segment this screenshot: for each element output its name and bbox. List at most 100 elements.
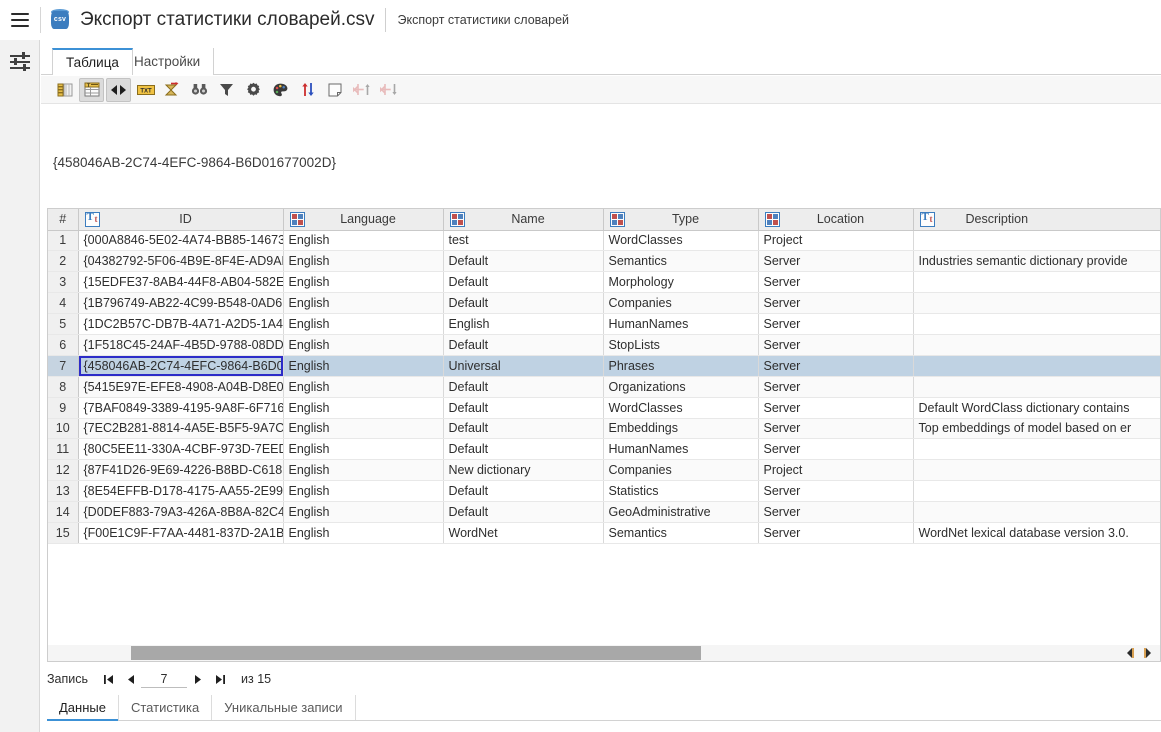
cell-description[interactable]	[913, 334, 1160, 356]
tab-nastroyki[interactable]: Настройки	[121, 48, 215, 75]
column-header-num[interactable]: #	[48, 209, 79, 231]
table-row[interactable]: 6 {1F518C45-24AF-4B5D-9788-08DD English Def…	[48, 334, 1160, 356]
cell-language[interactable]: English	[283, 250, 444, 273]
cell-type[interactable]: Statistics	[603, 480, 759, 503]
cell-id[interactable]: {1F518C45-24AF-4B5D-9788-08DD	[78, 334, 284, 356]
scroll-left-icon[interactable]	[1125, 647, 1136, 659]
cell-description[interactable]: Top embeddings of model based on er	[913, 418, 1160, 440]
cell-type[interactable]: Companies	[603, 459, 759, 482]
column-header-description[interactable]: Description	[913, 209, 1160, 231]
table-row[interactable]: 14 {D0DEF883-79A3-426A-8B8A-82C4 English De…	[48, 501, 1160, 523]
cell-description[interactable]	[913, 355, 1160, 377]
cell-language[interactable]: English	[283, 334, 444, 356]
cell-id[interactable]: {7EC2B281-8814-4A5E-B5F5-9A7C8	[78, 418, 284, 440]
table-row[interactable]: 2 {04382792-5F06-4B9E-8F4E-AD9AE English De…	[48, 250, 1160, 273]
cell-name[interactable]: Default	[443, 271, 604, 294]
cell-name[interactable]: Default	[443, 438, 604, 461]
cell-description[interactable]	[913, 292, 1160, 315]
bottom-tab-unikalnye-zapisi[interactable]: Уникальные записи	[212, 695, 356, 720]
cell-num[interactable]: 12	[48, 459, 79, 482]
cell-location[interactable]: Project	[758, 459, 914, 482]
cell-language[interactable]: English	[283, 271, 444, 294]
cell-id[interactable]: {15EDFE37-8AB4-44F8-AB04-582E5	[78, 271, 284, 294]
bottom-tab-statistika[interactable]: Статистика	[119, 695, 213, 720]
cell-name[interactable]: New dictionary	[443, 459, 604, 482]
cell-type[interactable]: Embeddings	[603, 418, 759, 440]
cell-type[interactable]: Morphology	[603, 271, 759, 294]
cell-location[interactable]: Server	[758, 292, 914, 315]
cell-num[interactable]: 1	[48, 230, 79, 252]
cell-id[interactable]: {1B796749-AB22-4C99-B548-0AD6	[78, 292, 284, 315]
cell-language[interactable]: English	[283, 522, 444, 544]
cell-num[interactable]: 15	[48, 522, 79, 544]
cell-type[interactable]: Semantics	[603, 250, 759, 273]
cell-language[interactable]: English	[283, 418, 444, 440]
cell-location[interactable]: Server	[758, 501, 914, 523]
cell-name[interactable]: test	[443, 230, 604, 252]
cell-num[interactable]: 14	[48, 501, 79, 523]
cell-location[interactable]: Project	[758, 230, 914, 252]
cell-location[interactable]: Server	[758, 376, 914, 398]
cell-editor-value[interactable]: {458046AB-2C74-4EFC-9864-B6D01677002D}	[53, 155, 336, 170]
cell-type[interactable]: GeoAdministrative	[603, 501, 759, 523]
cell-type[interactable]: WordClasses	[603, 397, 759, 419]
cell-location[interactable]: Server	[758, 522, 914, 544]
asterisk-up-icon[interactable]	[349, 78, 374, 102]
cell-language[interactable]: English	[283, 376, 444, 398]
cell-description[interactable]	[913, 271, 1160, 294]
cell-description[interactable]: Industries semantic dictionary provide	[913, 250, 1160, 273]
tab-tablica[interactable]: Таблица	[52, 48, 133, 76]
cell-num[interactable]: 4	[48, 292, 79, 315]
data-grid[interactable]: # ID Language	[47, 208, 1161, 645]
cell-id[interactable]: {D0DEF883-79A3-426A-8B8A-82C4	[78, 501, 284, 523]
go-first-icon[interactable]	[97, 670, 119, 688]
cell-num[interactable]: 13	[48, 480, 79, 503]
scrollbar-thumb[interactable]	[131, 646, 701, 660]
asterisk-down-icon[interactable]	[376, 78, 401, 102]
cell-num[interactable]: 7	[48, 355, 79, 377]
cell-language[interactable]: English	[283, 313, 444, 335]
cell-name[interactable]: Default	[443, 376, 604, 398]
cell-name[interactable]: Default	[443, 250, 604, 273]
table-row[interactable]: 15 {F00E1C9F-F7AA-4481-837D-2A1B0 English W…	[48, 522, 1160, 544]
cell-location[interactable]: Server	[758, 397, 914, 419]
cell-type[interactable]: HumanNames	[603, 313, 759, 335]
go-last-icon[interactable]	[209, 670, 231, 688]
cell-name[interactable]: Default	[443, 292, 604, 315]
cell-language[interactable]: English	[283, 230, 444, 252]
cell-location[interactable]: Server	[758, 438, 914, 461]
cell-description[interactable]	[913, 230, 1160, 252]
cell-id[interactable]: {1DC2B57C-DB7B-4A71-A2D5-1A4	[78, 313, 284, 335]
cell-location[interactable]: Server	[758, 271, 914, 294]
cell-name[interactable]: Default	[443, 418, 604, 440]
sort-updown-icon[interactable]	[295, 78, 320, 102]
cell-type[interactable]: Semantics	[603, 522, 759, 544]
table-row[interactable]: 9 {7BAF0849-3389-4195-9A8F-6F716 English De…	[48, 397, 1160, 419]
go-next-icon[interactable]	[187, 670, 209, 688]
cell-description[interactable]	[913, 480, 1160, 503]
bottom-tab-dannye[interactable]: Данные	[47, 695, 119, 721]
column-header-type[interactable]: Type	[603, 209, 759, 231]
cell-description[interactable]	[913, 501, 1160, 523]
export-data-button[interactable]	[160, 78, 185, 102]
cell-num[interactable]: 11	[48, 438, 79, 461]
cell-description[interactable]	[913, 459, 1160, 482]
gear-icon[interactable]	[241, 78, 266, 102]
palette-icon[interactable]	[268, 78, 293, 102]
cell-id[interactable]: {04382792-5F06-4B9E-8F4E-AD9AE	[78, 250, 284, 273]
horizontal-scrollbar[interactable]	[47, 645, 1161, 662]
columns-view-button[interactable]	[52, 78, 77, 102]
cell-description[interactable]: Default WordClass dictionary contains	[913, 397, 1160, 419]
scroll-right-icon[interactable]	[1142, 647, 1153, 659]
cell-id[interactable]: {8E54EFFB-D178-4175-AA55-2E998	[78, 480, 284, 503]
cell-language[interactable]: English	[283, 397, 444, 419]
cell-type[interactable]: Organizations	[603, 376, 759, 398]
cell-location[interactable]: Server	[758, 250, 914, 273]
cell-name[interactable]: Default	[443, 501, 604, 523]
cell-name[interactable]: WordNet	[443, 522, 604, 544]
cell-id[interactable]: {87F41D26-9E69-4226-B8BD-C618	[78, 459, 284, 482]
cell-id[interactable]: {F00E1C9F-F7AA-4481-837D-2A1B0	[78, 522, 284, 544]
cell-location[interactable]: Server	[758, 313, 914, 335]
cell-num[interactable]: 5	[48, 313, 79, 335]
cell-id[interactable]: {458046AB-2C74-4EFC-9864-B6D0	[78, 355, 284, 377]
